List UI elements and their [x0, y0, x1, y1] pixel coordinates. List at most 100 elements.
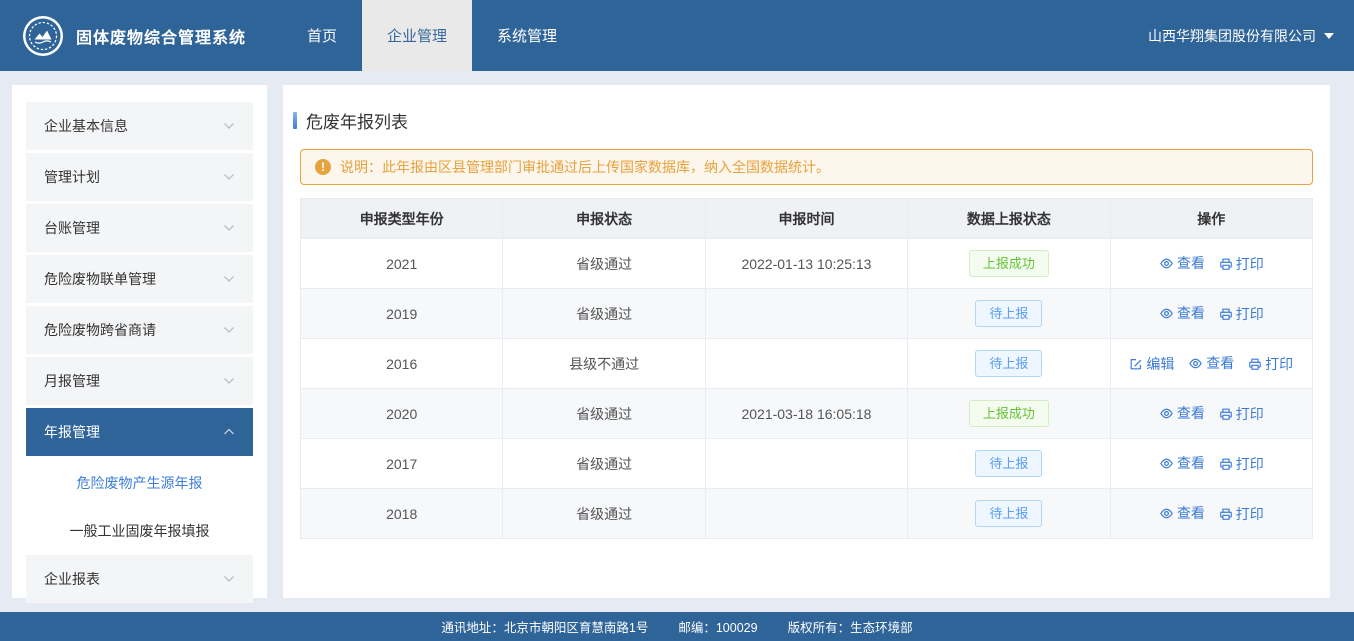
view-button[interactable]: 查看 [1159, 253, 1205, 273]
eye-icon [1159, 256, 1174, 271]
col-header-year: 申报类型年份 [301, 199, 503, 239]
brand: 固体废物综合管理系统 [0, 0, 268, 71]
cell-year: 2021 [301, 239, 503, 289]
edit-icon [1129, 357, 1143, 371]
eye-icon [1188, 356, 1203, 371]
sidebar-subitem-hazardous-annual-report[interactable]: 危险废物产生源年报 [26, 459, 253, 507]
sidebar: 企业基本信息 管理计划 台账管理 危险废物联单管理 危险废物跨省商请 月报管理 … [12, 85, 267, 598]
cell-declare-time: 2021-03-18 16:05:18 [705, 389, 907, 439]
cell-declare-status: 省级通过 [503, 289, 705, 339]
sidebar-item-monthly-report[interactable]: 月报管理 [26, 357, 253, 405]
sidebar-item-basic-info[interactable]: 企业基本信息 [26, 102, 253, 150]
print-button[interactable]: 打印 [1219, 304, 1264, 324]
cell-year: 2016 [301, 339, 503, 389]
cell-declare-time: 2022-01-13 10:25:13 [705, 239, 907, 289]
chevron-up-icon [223, 428, 235, 436]
table-row: 2021 省级通过 2022-01-13 10:25:13 上报成功 查看 打印 [301, 239, 1313, 289]
notice-text: 说明：此年报由区县管理部门审批通过后上传国家数据库，纳入全国数据统计。 [340, 157, 830, 177]
chevron-down-icon [223, 377, 235, 385]
printer-icon [1219, 407, 1233, 421]
sidebar-item-cross-province[interactable]: 危险废物跨省商请 [26, 306, 253, 354]
cell-declare-status: 省级通过 [503, 489, 705, 539]
caret-down-icon [1324, 33, 1334, 39]
table-row: 2018 省级通过 待上报 查看 打印 [301, 489, 1313, 539]
print-button[interactable]: 打印 [1219, 404, 1264, 424]
cell-declare-status: 省级通过 [503, 239, 705, 289]
sidebar-subitem-general-solid-waste-report[interactable]: 一般工业固废年报填报 [26, 507, 253, 555]
view-button[interactable]: 查看 [1159, 303, 1205, 323]
sidebar-item-annual-report[interactable]: 年报管理 [26, 408, 253, 456]
title-accent-bar [293, 112, 297, 129]
report-status-badge[interactable]: 待上报 [975, 500, 1042, 527]
cell-declare-time [705, 439, 907, 489]
edit-button[interactable]: 编辑 [1129, 354, 1174, 374]
content-area: 企业基本信息 管理计划 台账管理 危险废物联单管理 危险废物跨省商请 月报管理 … [0, 71, 1354, 598]
cell-declare-status: 省级通过 [503, 389, 705, 439]
printer-icon [1248, 357, 1262, 371]
table-row: 2020 省级通过 2021-03-18 16:05:18 上报成功 查看 打印 [301, 389, 1313, 439]
chevron-down-icon [223, 173, 235, 181]
printer-icon [1219, 257, 1233, 271]
chevron-down-icon [223, 122, 235, 130]
cell-declare-time [705, 489, 907, 539]
view-button[interactable]: 查看 [1188, 353, 1234, 373]
sidebar-item-management-plan[interactable]: 管理计划 [26, 153, 253, 201]
chevron-down-icon [223, 326, 235, 334]
view-button[interactable]: 查看 [1159, 503, 1205, 523]
table-row: 2019 省级通过 待上报 查看 打印 [301, 289, 1313, 339]
cell-declare-status: 省级通过 [503, 439, 705, 489]
user-company-name: 山西华翔集团股份有限公司 [1148, 26, 1316, 46]
cell-declare-time [705, 339, 907, 389]
eye-icon [1159, 306, 1174, 321]
view-button[interactable]: 查看 [1159, 453, 1205, 473]
col-header-actions: 操作 [1110, 199, 1312, 239]
report-status-badge[interactable]: 待上报 [975, 300, 1042, 327]
annual-report-table: 申报类型年份 申报状态 申报时间 数据上报状态 操作 2021 省级通过 202… [300, 198, 1313, 539]
footer-address: 通讯地址：北京市朝阳区育慧南路1号 [441, 617, 648, 636]
chevron-down-icon [223, 224, 235, 232]
eye-icon [1159, 406, 1174, 421]
app-title: 固体废物综合管理系统 [76, 24, 246, 48]
print-button[interactable]: 打印 [1248, 354, 1293, 374]
printer-icon [1219, 457, 1233, 471]
sidebar-item-enterprise-reports[interactable]: 企业报表 [26, 555, 253, 603]
cell-declare-time [705, 289, 907, 339]
report-status-badge: 上报成功 [969, 400, 1049, 427]
chevron-down-icon [223, 575, 235, 583]
sidebar-item-manifest[interactable]: 危险废物联单管理 [26, 255, 253, 303]
sidebar-item-ledger[interactable]: 台账管理 [26, 204, 253, 252]
main-panel: 危废年报列表 ! 说明：此年报由区县管理部门审批通过后上传国家数据库，纳入全国数… [283, 85, 1330, 598]
report-status-badge: 上报成功 [969, 250, 1049, 277]
print-button[interactable]: 打印 [1219, 454, 1264, 474]
report-status-badge[interactable]: 待上报 [975, 350, 1042, 377]
eye-icon [1159, 506, 1174, 521]
info-icon: ! [315, 159, 331, 175]
col-header-report-status: 数据上报状态 [908, 199, 1110, 239]
print-button[interactable]: 打印 [1219, 504, 1264, 524]
table-header-row: 申报类型年份 申报状态 申报时间 数据上报状态 操作 [301, 199, 1313, 239]
cell-year: 2017 [301, 439, 503, 489]
top-navbar: 固体废物综合管理系统 首页 企业管理 系统管理 山西华翔集团股份有限公司 [0, 0, 1354, 71]
cell-year: 2019 [301, 289, 503, 339]
footer: 通讯地址：北京市朝阳区育慧南路1号 邮编：100029 版权所有：生态环境部 [0, 612, 1354, 641]
cell-declare-status: 县级不通过 [503, 339, 705, 389]
col-header-declare-time: 申报时间 [705, 199, 907, 239]
report-status-badge[interactable]: 待上报 [975, 450, 1042, 477]
printer-icon [1219, 307, 1233, 321]
notice-banner: ! 说明：此年报由区县管理部门审批通过后上传国家数据库，纳入全国数据统计。 [300, 149, 1313, 185]
main-nav: 首页 企业管理 系统管理 [282, 0, 582, 71]
nav-item-home[interactable]: 首页 [282, 0, 362, 71]
table-row: 2016 县级不通过 待上报 编辑 查看 打印 [301, 339, 1313, 389]
footer-copyright: 版权所有：生态环境部 [788, 617, 913, 636]
view-button[interactable]: 查看 [1159, 403, 1205, 423]
table-row: 2017 省级通过 待上报 查看 打印 [301, 439, 1313, 489]
nav-item-enterprise[interactable]: 企业管理 [362, 0, 472, 71]
nav-item-system[interactable]: 系统管理 [472, 0, 582, 71]
mee-logo-icon [22, 15, 64, 57]
cell-year: 2018 [301, 489, 503, 539]
footer-postcode: 邮编：100029 [678, 617, 757, 636]
user-company-dropdown[interactable]: 山西华翔集团股份有限公司 [1148, 0, 1354, 71]
chevron-down-icon [223, 275, 235, 283]
col-header-declare-status: 申报状态 [503, 199, 705, 239]
print-button[interactable]: 打印 [1219, 254, 1264, 274]
